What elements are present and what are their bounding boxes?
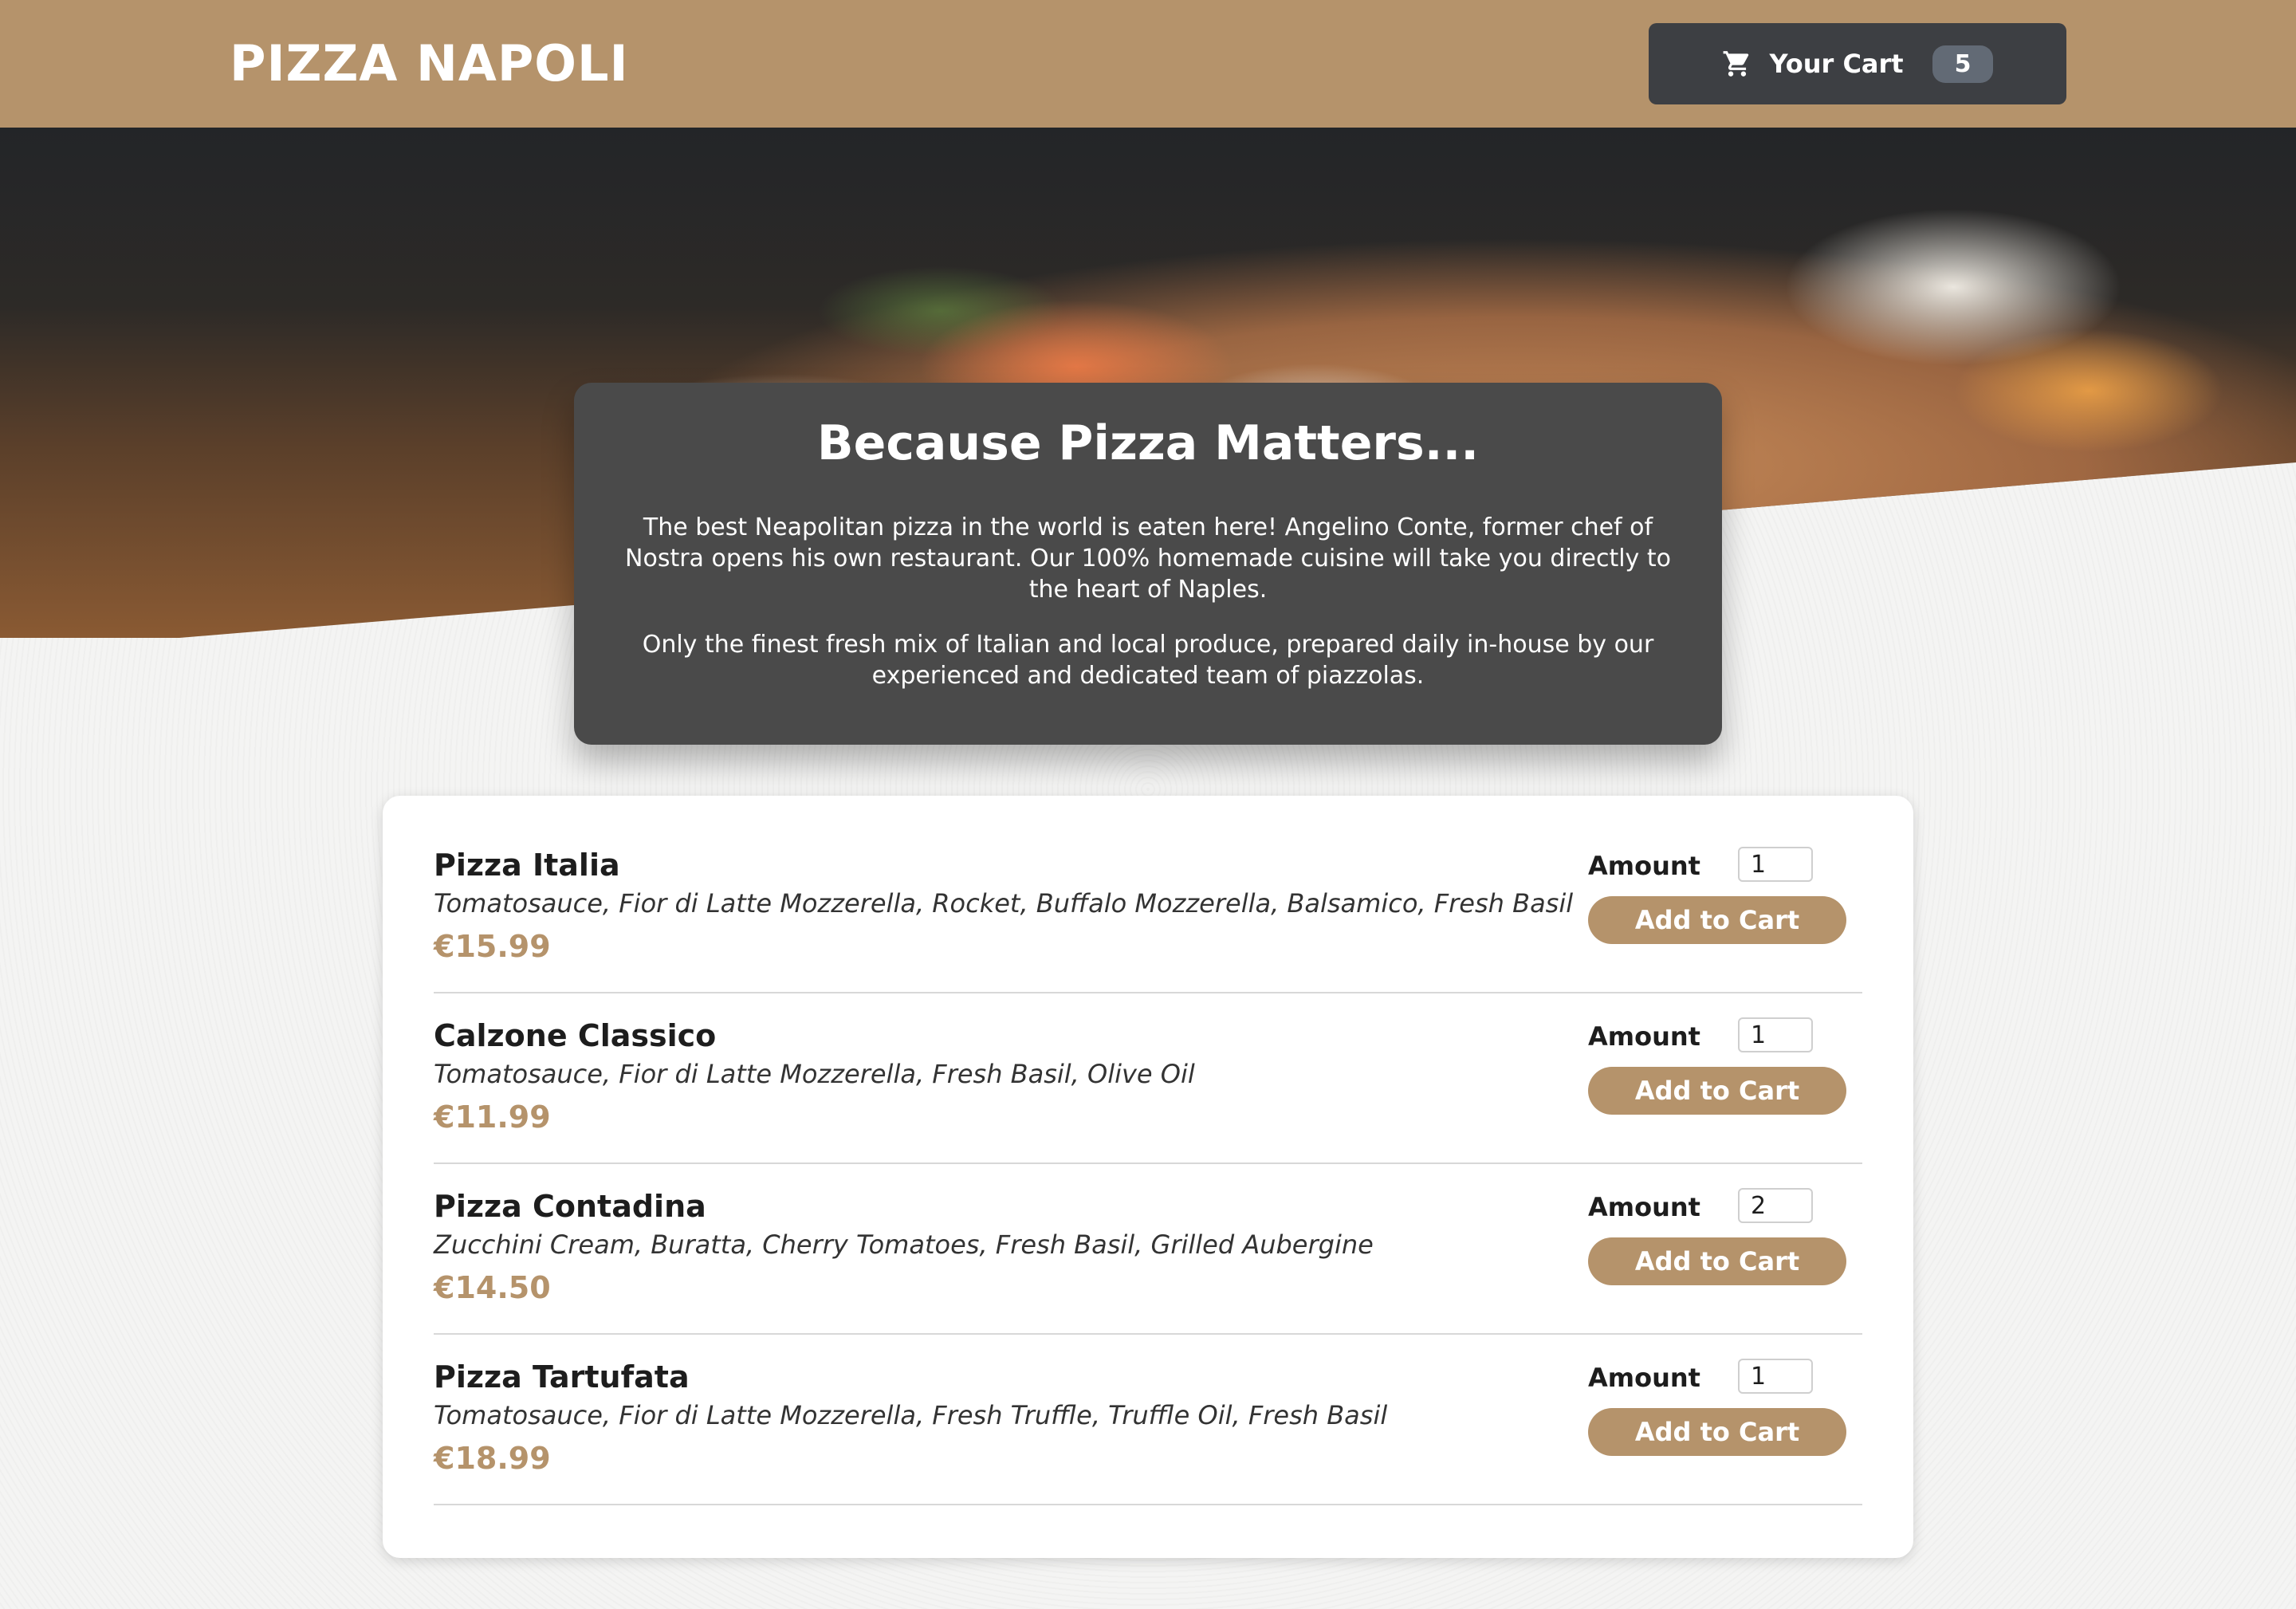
menu-list: Pizza Italia Tomatosauce, Fior di Latte … bbox=[383, 796, 1913, 1558]
cart-count-badge: 5 bbox=[1932, 45, 1994, 83]
cart-button[interactable]: Your Cart 5 bbox=[1649, 23, 2066, 104]
site-header: PIZZA NAPOLI Your Cart 5 bbox=[0, 0, 2296, 128]
brand-logo[interactable]: PIZZA NAPOLI bbox=[230, 32, 629, 96]
item-description: Zucchini Cream, Buratta, Cherry Tomatoes… bbox=[434, 1229, 1374, 1260]
amount-input[interactable] bbox=[1738, 1359, 1813, 1394]
item-name: Pizza Italia bbox=[434, 848, 620, 883]
intro-paragraph: Only the finest fresh mix of Italian and… bbox=[642, 631, 1654, 690]
amount-label: Amount bbox=[1588, 851, 1700, 881]
amount-input[interactable] bbox=[1738, 847, 1813, 882]
amount-label: Amount bbox=[1588, 1363, 1700, 1393]
add-to-cart-button[interactable]: Add to Cart bbox=[1588, 1408, 1846, 1456]
item-price: €14.50 bbox=[434, 1270, 551, 1305]
menu-item: Pizza Tartufata Tomatosauce, Fior di Lat… bbox=[434, 1335, 1862, 1505]
item-description: Tomatosauce, Fior di Latte Mozzerella, F… bbox=[434, 1400, 1388, 1430]
amount-input[interactable] bbox=[1738, 1017, 1813, 1052]
item-description: Tomatosauce, Fior di Latte Mozzerella, R… bbox=[434, 888, 1574, 919]
intro-paragraph: The best Neapolitan pizza in the world i… bbox=[625, 513, 1671, 604]
item-price: €15.99 bbox=[434, 929, 551, 964]
intro-title: Because Pizza Matters... bbox=[816, 415, 1480, 471]
add-to-cart-button[interactable]: Add to Cart bbox=[1588, 1237, 1846, 1285]
cart-label: Your Cart bbox=[1769, 49, 1904, 79]
item-name: Calzone Classico bbox=[434, 1018, 717, 1053]
menu-item: Pizza Italia Tomatosauce, Fior di Latte … bbox=[434, 823, 1862, 993]
add-to-cart-button[interactable]: Add to Cart bbox=[1588, 1067, 1846, 1115]
menu-item: Calzone Classico Tomatosauce, Fior di La… bbox=[434, 993, 1862, 1164]
amount-input[interactable] bbox=[1738, 1188, 1813, 1223]
menu-item: Pizza Contadina Zucchini Cream, Buratta,… bbox=[434, 1164, 1862, 1335]
item-name: Pizza Tartufata bbox=[434, 1359, 690, 1395]
item-description: Tomatosauce, Fior di Latte Mozzerella, F… bbox=[434, 1059, 1195, 1089]
amount-label: Amount bbox=[1588, 1192, 1700, 1222]
shopping-cart-icon bbox=[1723, 51, 1748, 77]
add-to-cart-button[interactable]: Add to Cart bbox=[1588, 896, 1846, 944]
amount-label: Amount bbox=[1588, 1021, 1700, 1052]
intro-panel: Because Pizza Matters... The best Neapol… bbox=[574, 383, 1722, 745]
item-name: Pizza Contadina bbox=[434, 1189, 706, 1224]
item-price: €11.99 bbox=[434, 1100, 551, 1135]
item-price: €18.99 bbox=[434, 1441, 551, 1476]
